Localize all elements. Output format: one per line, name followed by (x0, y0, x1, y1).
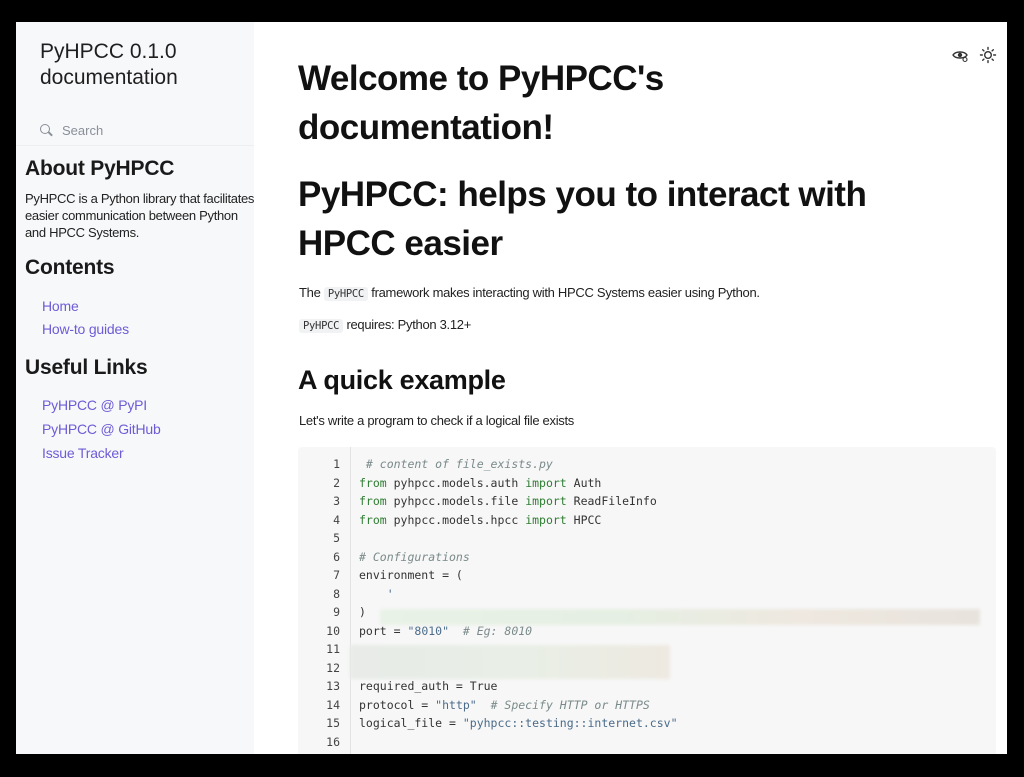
line-number: 14 (326, 697, 340, 712)
docs-window: PyHPCC 0.1.0 documentation Search About … (16, 22, 1007, 754)
code-token: import (525, 475, 567, 490)
code-line: from pyhpcc.models.auth import Auth (359, 474, 986, 493)
line-number: 4 (333, 512, 340, 527)
code-line: environment = ( (359, 566, 986, 585)
code-token: import (525, 494, 567, 508)
page-title: Welcome to PyHPCC's documentation! (298, 59, 664, 147)
about-heading: About PyHPCC (25, 157, 175, 180)
code-token: required_auth = True (359, 679, 498, 693)
code-token: pyhpcc.models.auth (386, 475, 526, 490)
line-number: 15 (326, 716, 340, 730)
code-token: protocol = (359, 697, 436, 712)
line-number: 16 (326, 734, 340, 749)
code-line: # content of file_exists.py (359, 455, 986, 474)
code-line: required_auth = True (359, 677, 986, 696)
code-token: pyhpcc.models.file (386, 494, 526, 508)
code-token: from (359, 475, 387, 490)
code-token: # Specify HTTP or HTTPS (476, 697, 650, 712)
inline-code: PyHPCC (299, 319, 344, 333)
line-number: 2 (333, 475, 340, 490)
contents-heading: Contents (25, 256, 115, 279)
useful-links-heading: Useful Links (25, 356, 148, 379)
code-token: "8010" (407, 623, 450, 638)
intro-paragraph: The PyHPCC framework makes interacting w… (299, 285, 760, 301)
code-line: protocol = "http" # Specify HTTP or HTTP… (359, 696, 986, 715)
redacted-environment-value (380, 609, 980, 625)
requires-paragraph: PyHPCC requires: Python 3.12+ (299, 317, 472, 333)
sidebar-link-issue-tracker[interactable]: Issue Tracker (42, 445, 124, 461)
sidebar-link-github[interactable]: PyHPCC @ GitHub (42, 421, 161, 437)
code-token: ReadFileInfo (566, 494, 657, 508)
code-block[interactable]: 1 2 3 4 5 6 7 8 9 10 11 12 13 14 15 16 # content of fil… (298, 447, 996, 754)
intro-text-before: The (299, 285, 324, 300)
line-number: 7 (333, 568, 340, 582)
line-number: 13 (326, 679, 340, 693)
code-line: logical_file = "pyhpcc::testing::interne… (359, 714, 986, 733)
requires-text: requires: Python 3.12+ (343, 317, 472, 332)
sidebar-divider (16, 145, 254, 146)
example-description: Let's write a program to check if a logi… (299, 413, 574, 428)
code-token: import (525, 512, 567, 527)
gutter-divider (350, 447, 351, 754)
code-token: "pyhpcc::testing::internet.csv" (462, 716, 678, 730)
code-token: environment = ( (359, 568, 463, 582)
line-number: 9 (333, 605, 340, 619)
code-token: ' (359, 586, 394, 601)
example-heading: A quick example (298, 365, 506, 395)
line-number: 11 (326, 642, 340, 656)
search-icon (40, 123, 53, 137)
code-line: # Configurations (359, 548, 986, 567)
line-number: 10 (326, 623, 340, 638)
code-line: from pyhpcc.models.hpcc import HPCC (359, 511, 986, 530)
intro-text-after: framework makes interacting with HPCC Sy… (367, 285, 760, 300)
line-numbers: 1 2 3 4 5 6 7 8 9 10 11 12 13 14 15 16 (298, 455, 340, 751)
sidebar-link-home[interactable]: Home (42, 298, 79, 314)
line-number: 8 (333, 586, 340, 601)
code-token: # Eg: 8010 (449, 623, 533, 638)
brand-title[interactable]: PyHPCC 0.1.0 documentation (40, 39, 230, 91)
code-token: # content of file_exists.py (359, 457, 553, 471)
code-line: ' (359, 585, 986, 604)
code-token: # Configurations (359, 549, 470, 564)
line-number: 1 (333, 457, 340, 471)
code-token: "http" (435, 697, 477, 712)
search-input[interactable]: Search (62, 123, 103, 138)
search-box[interactable]: Search (40, 121, 103, 139)
line-number: 3 (333, 494, 340, 508)
code-line: from pyhpcc.models.file import ReadFileI… (359, 492, 986, 511)
code-token: pyhpcc.models.hpcc (386, 512, 526, 527)
code-token: from (359, 512, 387, 527)
code-token: logical_file = (359, 716, 463, 730)
line-number: 12 (326, 660, 340, 675)
header-icons (951, 46, 997, 64)
sidebar-link-how-to-guides[interactable]: How-to guides (42, 321, 129, 337)
line-number: 5 (333, 531, 340, 545)
inline-code: PyHPCC (323, 287, 368, 301)
line-number: 6 (333, 549, 340, 564)
code-token: ) (359, 605, 366, 619)
code-token: Auth (566, 475, 602, 490)
main-content: Welcome to PyHPCC's documentation! PyHPC… (254, 22, 1007, 754)
code-lines[interactable]: # content of file_exists.pyfrom pyhpcc.m… (359, 455, 986, 751)
eye-icon[interactable] (951, 46, 969, 64)
code-token: port = (359, 623, 408, 638)
sidebar-link-pypi[interactable]: PyHPCC @ PyPI (42, 397, 147, 413)
sun-icon[interactable] (979, 46, 997, 64)
page-subtitle: PyHPCC: helps you to interact with HPCC … (298, 175, 867, 263)
sidebar: PyHPCC 0.1.0 documentation Search About … (16, 22, 254, 754)
code-token: HPCC (566, 512, 602, 527)
redacted-credentials (350, 645, 670, 679)
about-text: PyHPCC is a Python library that facilita… (25, 191, 255, 240)
code-token: from (359, 494, 387, 508)
